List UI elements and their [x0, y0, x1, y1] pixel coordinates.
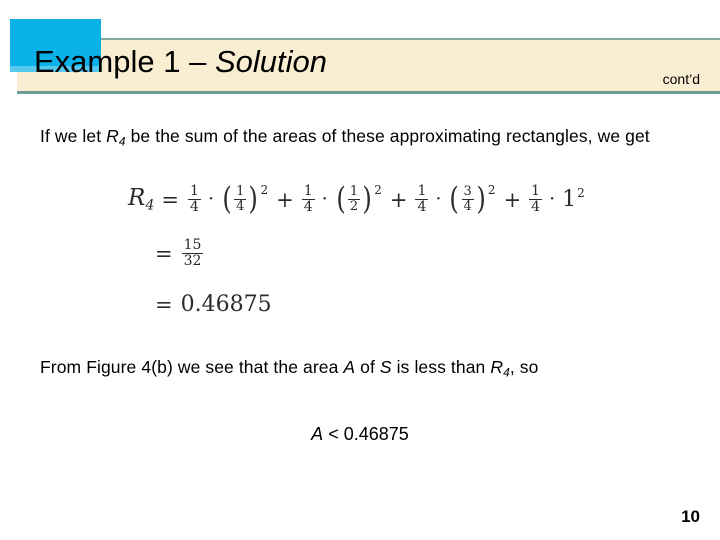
intro-variable-r-letter: R [106, 126, 119, 146]
math-term-3-coefficient-den: 4 [415, 199, 429, 216]
math-line-1-label-letter: R [128, 185, 146, 212]
conclusion-text-part3: is less than [391, 357, 491, 377]
math-term-2-base: 1 2 [347, 184, 361, 215]
intro-variable-r-subscript: 4 [118, 134, 126, 149]
math-line-1: R4 = 1 4 · ( 1 4 ) 2 + 1 4 · ( 1 2) 2 +… [128, 181, 586, 218]
math-term-2-base-num: 1 [349, 184, 359, 200]
math-term-1-base-den: 4 [234, 199, 247, 215]
math-term-2-dot: · [321, 188, 328, 211]
math-term-2-paren-open: ( [336, 181, 346, 218]
math-term-4-coefficient: 1 4 [529, 183, 543, 216]
intro-paragraph: If we let R4 be the sum of the areas of … [40, 124, 690, 154]
intro-variable-r: R4 [106, 126, 126, 149]
math-plus-3: + [503, 187, 522, 212]
intro-text-part1: If we let [40, 126, 107, 146]
math-term-3-coefficient-num: 1 [417, 183, 427, 199]
math-term-1-paren-close: ) [248, 181, 259, 218]
math-term-1-dot: · [207, 188, 214, 211]
math-term-3-paren-open: ( [449, 181, 460, 218]
slide-header: Example 1 – Solution cont’d [0, 0, 720, 100]
math-term-2-coefficient-num: 1 [303, 183, 313, 199]
page-number: 10 [681, 507, 700, 526]
math-term-1-coefficient: 1 4 [188, 183, 201, 216]
math-term-1-exponent: 2 [260, 183, 269, 198]
math-term-2-group: ( 1 2 ) 2 [335, 181, 382, 218]
page-title-italic: Solution [214, 44, 327, 79]
math-plus-2: + [389, 187, 408, 212]
math-term-2-coefficient: 1 4 [301, 183, 315, 216]
math-line-2-fraction: 15 32 [181, 237, 204, 270]
math-term-2-base-den: 2 [347, 199, 361, 215]
conclusion-text-part2: of [355, 357, 380, 377]
math-term-3-base-num: 3 [463, 184, 472, 200]
conclusion-variable-r-letter: R [490, 357, 504, 377]
math-term-3-group: ( 3 4 ) 2 [448, 181, 496, 218]
intro-text-part2: be the sum of the areas of these approxi… [125, 126, 650, 146]
conclusion-variable-a: A [343, 357, 356, 377]
math-term-1-coefficient-den: 4 [188, 199, 201, 216]
math-line-1-equals: = [161, 187, 180, 212]
math-term-2-coefficient-den: 4 [301, 199, 315, 216]
math-term-4-exponent: 2 [577, 186, 585, 201]
conclusion-variable-r: R4 [490, 357, 510, 380]
conclusion-paragraph: From Figure 4(b) we see that the area A … [40, 355, 690, 385]
math-line-2-equals: = [155, 241, 173, 266]
math-plus-1: + [276, 187, 294, 212]
inequality-statement: A < 0.46875 [0, 424, 720, 445]
continued-label: cont’d [662, 71, 700, 87]
math-line-3: = 0.46875 [155, 292, 272, 317]
inequality-variable: A [311, 424, 324, 444]
math-term-1-base-num: 1 [236, 184, 245, 200]
math-term-1-coefficient-num: 1 [190, 183, 199, 199]
conclusion-text-part1: From Figure 4(b) we see that the area [40, 357, 344, 377]
page-title: Example 1 – Solution [34, 42, 327, 82]
math-term-3-coefficient: 1 4 [415, 183, 429, 216]
math-term-4-coefficient-den: 4 [529, 199, 543, 216]
math-term-3-base-den: 4 [461, 199, 474, 215]
math-term-1-paren-open: ( [222, 181, 232, 218]
math-term-2-paren-close: ) [362, 181, 372, 218]
math-line-2: = 15 32 [155, 237, 204, 270]
math-line-1-label: R4 [128, 185, 154, 213]
math-term-4-group: 1 2 [562, 186, 585, 213]
page-title-plain: Example 1 – [34, 44, 215, 79]
math-line-2-numerator: 15 [183, 237, 202, 253]
math-term-1-base: 1 4 [234, 184, 247, 215]
inequality-value: 0.46875 [343, 424, 409, 444]
inequality-operator: < [328, 424, 339, 444]
math-term-3-exponent: 2 [487, 183, 496, 198]
math-term-4-coefficient-num: 1 [531, 183, 541, 199]
math-term-1-group: ( 1 4 ) 2 [221, 181, 269, 218]
math-line-1-label-subscript: 4 [145, 197, 155, 214]
math-term-3-base: 3 4 [461, 184, 474, 215]
conclusion-variable-r-subscript: 4 [503, 365, 510, 380]
math-line-3-equals: = [155, 292, 173, 317]
math-term-4-dot: · [549, 188, 556, 211]
math-line-3-value: 0.46875 [180, 292, 272, 317]
math-term-4-base: 1 [562, 187, 577, 213]
math-line-2-denominator: 32 [181, 253, 204, 270]
math-term-3-dot: · [435, 188, 442, 211]
math-term-2-exponent: 2 [374, 183, 382, 198]
conclusion-text-part4: , so [509, 357, 539, 377]
conclusion-variable-s: S [379, 357, 392, 377]
math-term-3-paren-close: ) [476, 181, 486, 218]
